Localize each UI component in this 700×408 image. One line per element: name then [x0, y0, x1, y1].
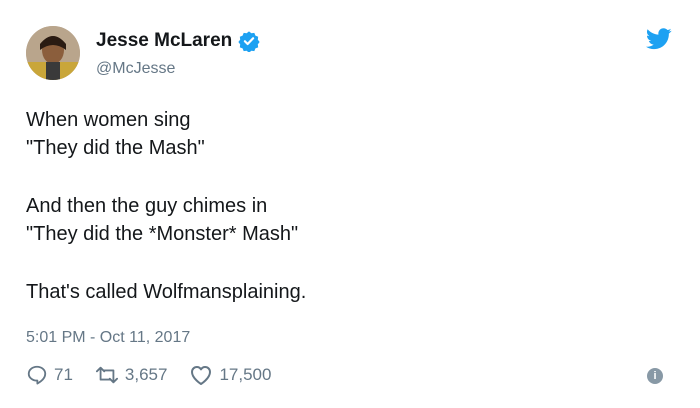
twitter-bird-icon[interactable] — [646, 28, 672, 50]
tweet-body: When women sing "They did the Mash" And … — [26, 106, 666, 306]
retweet-count: 3,657 — [124, 365, 168, 384]
reply-icon — [27, 365, 47, 385]
retweet-icon — [95, 366, 118, 384]
tweet-timestamp[interactable]: 5:01 PM - Oct 11, 2017 — [26, 329, 190, 347]
tweet-line: That's called Wolfmansplaining. — [26, 281, 307, 303]
tweet-card: Jesse McLaren @McJesse When women sing "… — [0, 0, 700, 408]
action-bar: 71 3,657 17,500 — [26, 364, 293, 386]
tweet-line: And then the guy chimes in — [26, 195, 268, 217]
reply-button[interactable]: 71 — [26, 364, 73, 386]
author-name[interactable]: Jesse McLaren — [96, 30, 232, 52]
info-icon[interactable]: i — [647, 368, 663, 384]
tweet-line: "They did the Mash" — [26, 137, 205, 159]
avatar[interactable] — [26, 26, 80, 80]
tweet-line: When women sing — [26, 109, 191, 131]
like-count: 17,500 — [219, 365, 272, 384]
reply-count: 71 — [54, 365, 73, 384]
heart-icon — [191, 366, 212, 385]
like-button[interactable]: 17,500 — [189, 364, 271, 386]
verified-badge-icon — [238, 31, 260, 52]
retweet-button[interactable]: 3,657 — [95, 364, 168, 386]
tweet-line: "They did the *Monster* Mash" — [26, 223, 299, 245]
author-handle[interactable]: @McJesse — [96, 60, 175, 78]
